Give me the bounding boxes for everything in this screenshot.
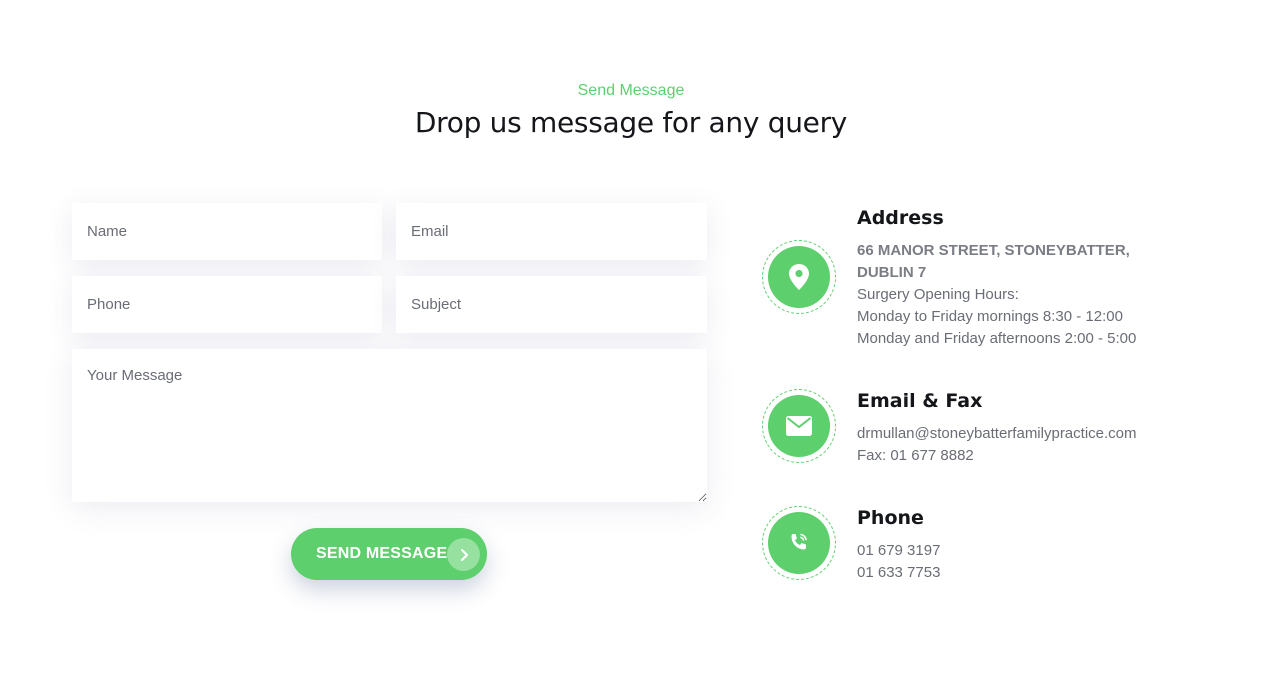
email-text: Email & Fax drmullan@stoneybatterfamilyp… [857,389,1237,467]
address-title: Address [857,207,944,229]
opening-hours-line2: Monday and Friday afternoons 2:00 - 5:00 [857,330,1137,347]
send-message-label: SEND MESSAGE [316,545,448,562]
opening-hours-label: Surgery Opening Hours: [857,286,1019,303]
phone-title: Phone [857,507,924,529]
envelope-icon [786,416,812,436]
fax-number: Fax: 01 677 8882 [857,447,974,464]
email-fax-title: Email & Fax [857,390,983,412]
opening-hours-line1: Monday to Friday mornings 8:30 - 12:00 [857,308,1123,325]
phone-icon-circle [762,506,836,580]
phone-number-2[interactable]: 01 633 7753 [857,562,1237,584]
section-subtitle: Send Message [577,82,685,99]
message-textarea[interactable] [72,349,707,502]
email-input[interactable] [396,203,707,260]
address-text: Address 66 MANOR STREET, STONEYBATTER, D… [857,206,1237,350]
name-input[interactable] [72,203,382,260]
map-pin-icon [789,264,809,290]
phone-ringing-icon [791,533,807,550]
phone-number-1[interactable]: 01 679 3197 [857,540,1237,562]
address-icon-circle [762,240,836,314]
address-street-line1: 66 MANOR STREET, STONEYBATTER, [857,242,1130,259]
email-icon-circle [762,389,836,463]
address-street-line2: DUBLIN 7 [857,264,927,281]
address-icon-inner [768,246,830,308]
phone-input[interactable] [72,276,382,333]
email-address[interactable]: drmullan@stoneybatterfamilypractice.com [857,423,1237,445]
phone-icon-inner [768,512,830,574]
email-icon-inner [768,395,830,457]
phone-text: Phone 01 679 3197 01 633 7753 [857,506,1237,584]
section-title: Drop us message for any query [414,106,848,139]
send-message-button[interactable]: SEND MESSAGE [291,528,487,580]
subject-input[interactable] [396,276,707,333]
chevron-right-icon [447,538,480,571]
